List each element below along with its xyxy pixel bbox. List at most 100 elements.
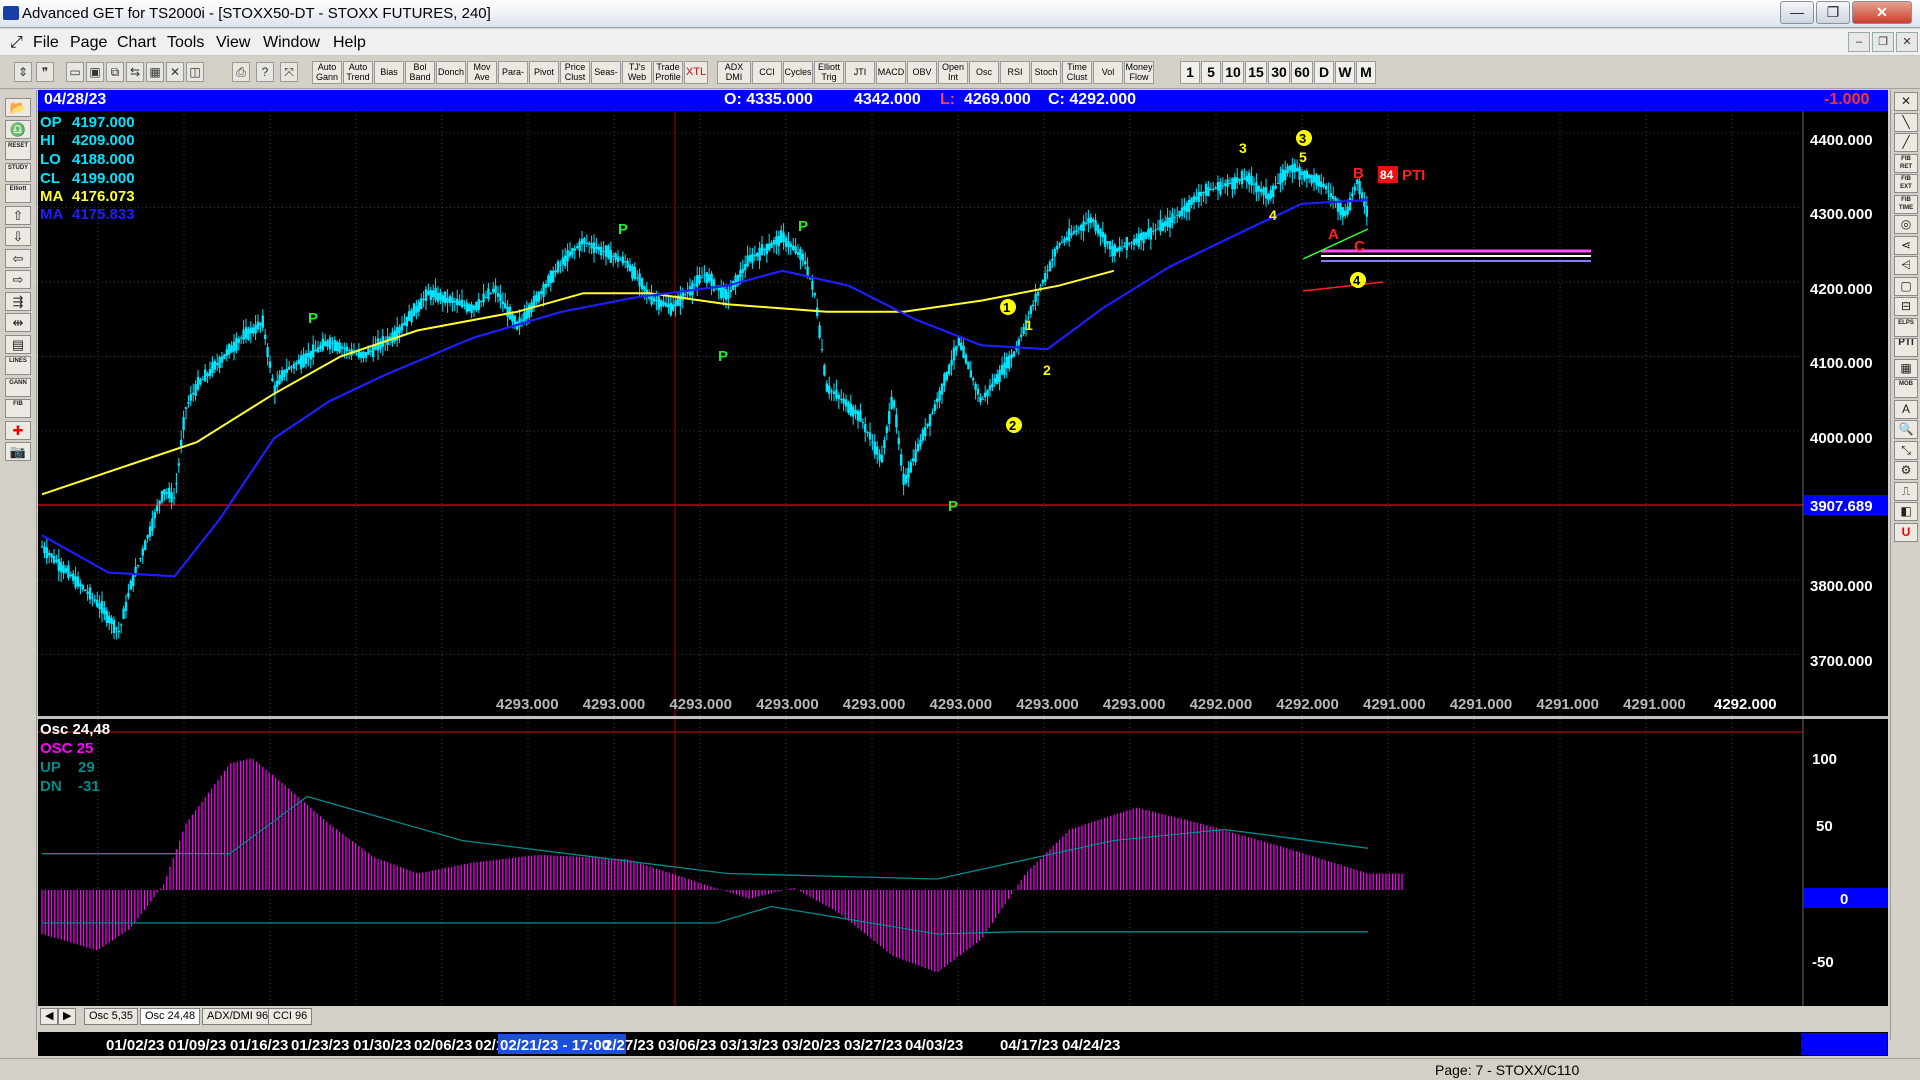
study-button-mov-ave[interactable]: Mov Ave xyxy=(467,61,497,84)
study-button-rsi[interactable]: RSI xyxy=(1000,61,1030,84)
fib-extension-icon[interactable]: FIB EXT xyxy=(1894,174,1918,193)
study-button-osc[interactable]: Osc xyxy=(969,61,999,84)
study-button-open-int[interactable]: Open Int xyxy=(938,61,968,84)
pti-icon[interactable]: PTI xyxy=(1894,338,1918,357)
study-button-stoch[interactable]: Stoch xyxy=(1031,61,1061,84)
open-icon[interactable]: 📂 xyxy=(5,98,31,117)
tab-scroll-right[interactable]: ▶ xyxy=(58,1008,77,1025)
price-chart[interactable]: OP 4197.000 HI 4209.000 LO 4188.000 CL 4… xyxy=(38,111,1888,716)
table-icon[interactable]: ▤ xyxy=(5,334,31,354)
study-button-vol[interactable]: Vol xyxy=(1093,61,1123,84)
pin-icon[interactable]: ⤢ xyxy=(10,34,23,52)
print-icon[interactable]: ⎙ xyxy=(232,62,250,82)
study-button-auto-trend[interactable]: Auto Trend xyxy=(343,61,373,84)
price-chart-panel[interactable]: OP 4197.000 HI 4209.000 LO 4188.000 CL 4… xyxy=(38,111,1888,716)
ellipse-label-icon[interactable]: ELPS xyxy=(1894,317,1918,337)
menu-help[interactable]: Help xyxy=(333,34,366,52)
menu-tools[interactable]: Tools xyxy=(167,34,204,52)
line-tool-icon[interactable]: ╲ xyxy=(1894,112,1918,132)
study-button-para-bolic[interactable]: Para-bolic xyxy=(498,61,528,84)
expand-icon[interactable]: ⇹ xyxy=(5,313,31,332)
study-button-pivot[interactable]: Pivot xyxy=(529,61,559,84)
tab-osc-24-48[interactable]: Osc 24,48 xyxy=(140,1008,201,1025)
channel-tool-icon[interactable]: ⩤ xyxy=(1894,256,1918,275)
circle-tool-icon[interactable]: ◎ xyxy=(1894,215,1918,234)
study-button-auto-gann[interactable]: Auto Gann xyxy=(312,61,342,84)
study-button-money-flow[interactable]: Money Flow xyxy=(1124,61,1154,84)
minimize-button[interactable]: — xyxy=(1780,1,1814,24)
pti-label[interactable]: PTI xyxy=(1402,167,1425,184)
fib-time-icon[interactable]: FIB TIME xyxy=(1894,194,1918,214)
menu-chart[interactable]: Chart xyxy=(117,34,156,52)
study-button-elliott-trig[interactable]: Elliott Trig xyxy=(814,61,844,84)
interval-button-30[interactable]: 30 xyxy=(1268,61,1290,84)
study-button-time-clust[interactable]: Time Clust xyxy=(1062,61,1092,84)
fib-icon[interactable]: FIB xyxy=(5,399,31,418)
study-button-bol-band[interactable]: Bol Band xyxy=(405,61,435,84)
close-button[interactable]: ✕ xyxy=(1852,1,1912,24)
lines-icon[interactable]: LINES xyxy=(5,356,31,375)
interval-button-m[interactable]: M xyxy=(1356,61,1376,84)
study-button-price-clust[interactable]: Price Clust xyxy=(560,61,590,84)
restore-button[interactable]: ❐ xyxy=(1816,1,1850,24)
study-button-macd[interactable]: MACD xyxy=(876,61,906,84)
study-button-bias[interactable]: Bias xyxy=(374,61,404,84)
study-button-donch[interactable]: Donch xyxy=(436,61,466,84)
left-arrow-icon[interactable]: ⇦ xyxy=(5,248,31,268)
mdi-minimize-icon[interactable]: – xyxy=(1848,32,1870,52)
study-button-xtl[interactable]: XTL xyxy=(684,61,708,84)
study-button-adx-dmi[interactable]: ADX DMI xyxy=(717,61,751,84)
mdi-restore-icon[interactable]: ❐ xyxy=(1872,32,1894,52)
link-icon[interactable]: ⇆ xyxy=(126,62,144,82)
reset-icon[interactable]: RESET xyxy=(5,141,31,160)
tab-cci[interactable]: CCI 96 xyxy=(268,1008,313,1025)
tab-scroll-left[interactable]: ◀ xyxy=(40,1008,59,1025)
whats-this-icon[interactable]: ⤧ xyxy=(280,62,298,82)
oscillator-chart[interactable]: Osc 24,48 OSC 25 UP 29 DN -31 100 50 0 -… xyxy=(38,719,1888,1006)
close-tool-icon[interactable]: ✕ xyxy=(1894,92,1918,111)
rect-tool-icon[interactable]: ▢ xyxy=(1894,276,1918,296)
mob-icon[interactable]: MOB xyxy=(1894,379,1918,398)
new-chart-icon[interactable]: ▣ xyxy=(86,62,104,82)
help-icon[interactable]: ? xyxy=(256,62,274,82)
study-button-cci[interactable]: CCI xyxy=(752,61,782,84)
interval-button-w[interactable]: W xyxy=(1335,61,1355,84)
interval-button-15[interactable]: 15 xyxy=(1245,61,1267,84)
layout-icon[interactable]: ◫ xyxy=(186,62,204,82)
right-arrow-icon[interactable]: ⇨ xyxy=(5,270,31,289)
snapshot-icon[interactable]: 📷 xyxy=(5,442,31,461)
interval-button-10[interactable]: 10 xyxy=(1222,61,1244,84)
trend-tool-icon[interactable]: ╱ xyxy=(1894,133,1918,152)
grid-tool-icon[interactable]: ▦ xyxy=(1894,358,1918,378)
study-icon[interactable]: STUDY xyxy=(5,162,31,182)
zoom-out-icon[interactable]: ⤡ xyxy=(1894,440,1918,460)
settings-icon[interactable]: ⚙ xyxy=(1894,461,1918,480)
bars-icon[interactable]: ⇶ xyxy=(5,291,31,311)
menu-window[interactable]: Window xyxy=(263,34,320,52)
interval-button-1[interactable]: 1 xyxy=(1180,61,1200,84)
study-button-trade-profile[interactable]: Trade Profile xyxy=(653,61,683,84)
up-arrow-icon[interactable]: ⇧ xyxy=(5,205,31,225)
study-button-jti[interactable]: JTI xyxy=(845,61,875,84)
down-arrow-icon[interactable]: ⇩ xyxy=(5,227,31,246)
gann-icon[interactable]: GANN xyxy=(5,377,31,397)
text-tool-icon[interactable]: A xyxy=(1894,399,1918,419)
elliott-icon[interactable]: Elliott xyxy=(5,184,31,203)
mdi-close-icon[interactable]: ✕ xyxy=(1896,32,1918,52)
grid-icon[interactable]: ▦ xyxy=(146,62,164,82)
tab-osc-5-35[interactable]: Osc 5,35 xyxy=(84,1008,139,1025)
tab-adx-dmi[interactable]: ADX/DMI 96 xyxy=(202,1008,274,1025)
report-icon[interactable]: ⎍ xyxy=(1894,481,1918,501)
study-button-tj-s-web[interactable]: TJ's Web xyxy=(622,61,652,84)
interval-button-d[interactable]: D xyxy=(1314,61,1334,84)
menu-view[interactable]: View xyxy=(216,34,250,52)
gann-fan-icon[interactable]: ♎ xyxy=(5,119,31,139)
interval-button-5[interactable]: 5 xyxy=(1201,61,1221,84)
oscillator-panel[interactable]: Osc 24,48 OSC 25 UP 29 DN -31 100 50 0 -… xyxy=(38,719,1888,1006)
zoom-icon[interactable]: 🔍 xyxy=(1894,420,1918,439)
new-page-icon[interactable]: ▭ xyxy=(66,62,84,82)
user-icon[interactable]: U xyxy=(1894,522,1918,542)
study-button-cycles[interactable]: Cycles xyxy=(783,61,813,84)
ellipse-tool-icon[interactable]: ⊟ xyxy=(1894,297,1918,316)
copy-icon[interactable]: ⧉ xyxy=(106,62,124,82)
